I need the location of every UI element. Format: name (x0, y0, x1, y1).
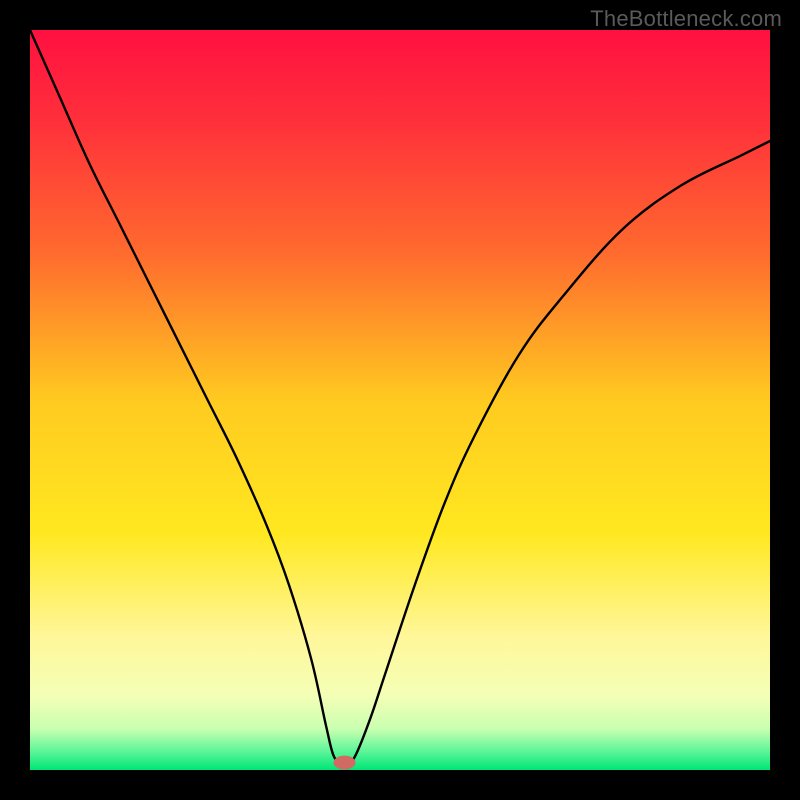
chart-svg (30, 30, 770, 770)
plot-area (30, 30, 770, 770)
watermark-text: TheBottleneck.com (590, 6, 782, 32)
chart-frame: TheBottleneck.com (0, 0, 800, 800)
gradient-background (30, 30, 770, 770)
minimum-marker (334, 756, 356, 770)
